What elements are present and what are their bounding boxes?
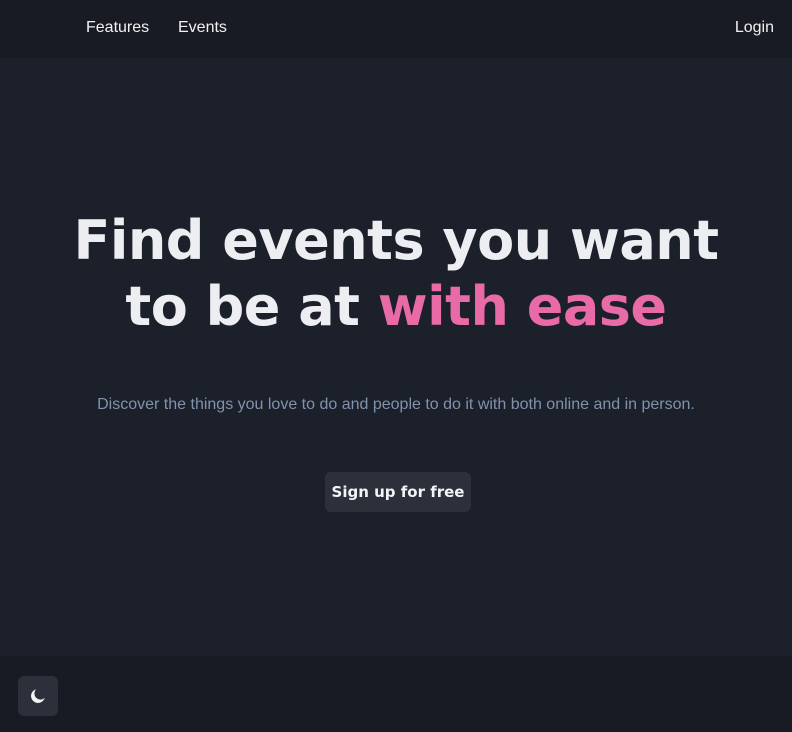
sign-up-button[interactable]: Sign up for free xyxy=(325,472,471,512)
headline-accent-text: with ease xyxy=(377,275,667,338)
nav-link-features[interactable]: Features xyxy=(86,18,149,38)
hero-section: Find events you want to be at with ease … xyxy=(0,58,792,656)
top-navbar: Features Events Login xyxy=(0,0,792,58)
headline-line-2-prefix: to be at xyxy=(125,275,378,338)
nav-link-login[interactable]: Login xyxy=(735,18,774,38)
footer xyxy=(0,656,792,732)
hero-subtitle: Discover the things you love to do and p… xyxy=(97,396,695,413)
moon-icon xyxy=(31,689,45,703)
theme-toggle-button[interactable] xyxy=(18,676,58,716)
headline-line-1: Find events you want xyxy=(73,209,719,272)
nav-link-events[interactable]: Events xyxy=(178,18,227,38)
hero-headline: Find events you want to be at with ease xyxy=(0,208,792,340)
